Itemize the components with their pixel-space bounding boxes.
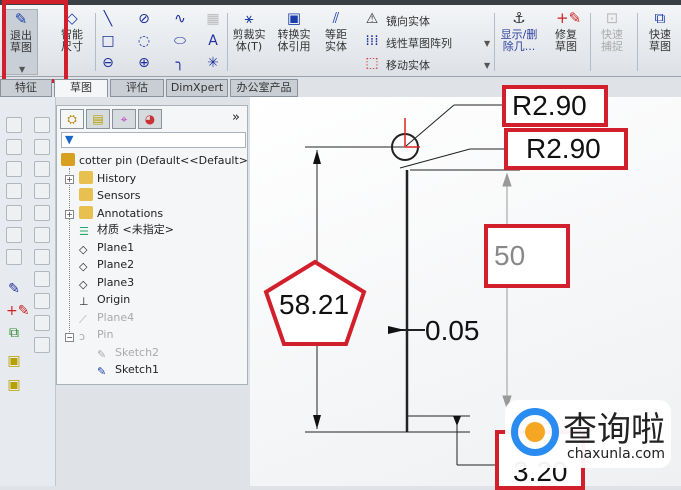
watermark-url: chaxunla.com bbox=[567, 446, 665, 462]
dimension-r2-90-top[interactable]: R2.90 bbox=[502, 85, 608, 127]
watermark-cn: 查询啦 bbox=[563, 410, 665, 450]
leader-line bbox=[405, 104, 455, 147]
dimension-58-21[interactable]: 58.21 bbox=[279, 289, 349, 321]
dimension-0-05[interactable]: 0.05 bbox=[425, 315, 480, 347]
dimension-50[interactable]: 50 bbox=[484, 224, 570, 288]
logo-dot bbox=[525, 422, 545, 442]
arrowhead bbox=[388, 326, 405, 334]
arrowhead bbox=[313, 150, 321, 164]
dimension-r2-90-bottom[interactable]: R2.90 bbox=[504, 128, 628, 170]
arrowhead bbox=[313, 415, 321, 429]
watermark: 查询啦 chaxunla.com bbox=[505, 400, 671, 468]
watermark-logo-icon bbox=[511, 408, 559, 456]
arrowhead bbox=[502, 172, 512, 187]
arrowhead bbox=[453, 416, 461, 426]
